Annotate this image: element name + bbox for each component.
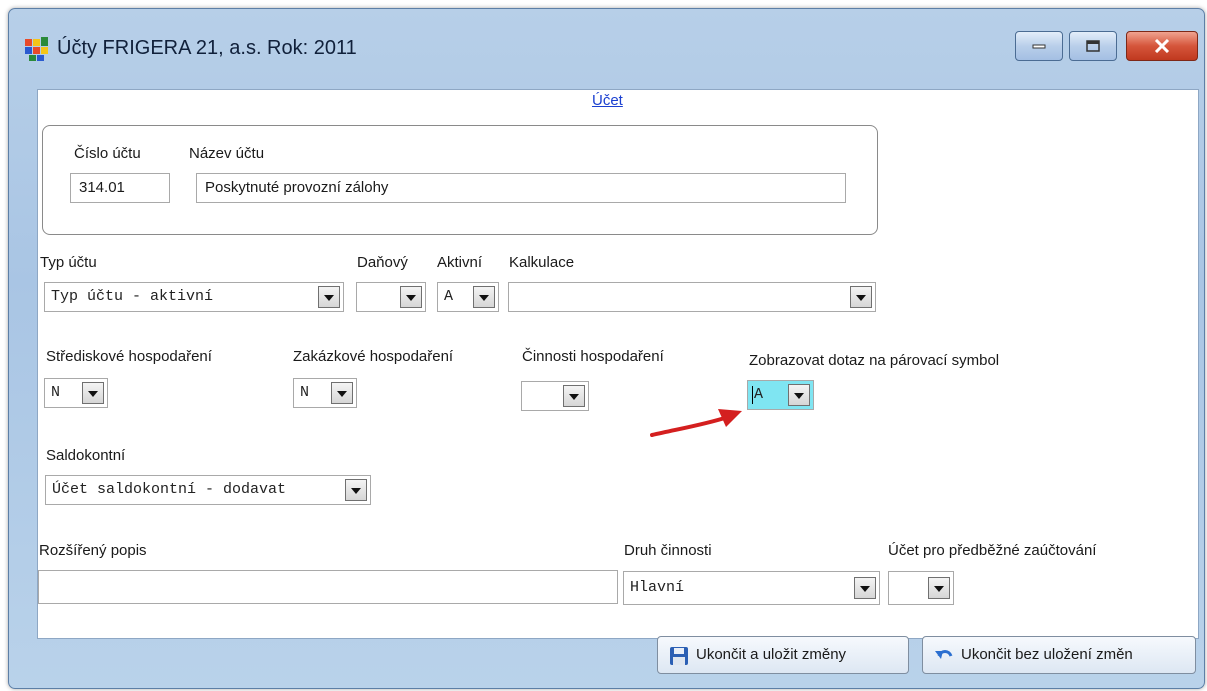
minimize-button[interactable] <box>1015 31 1063 61</box>
maximize-icon <box>1086 40 1100 52</box>
aktivni-select[interactable]: A <box>437 282 499 312</box>
chevron-down-icon[interactable] <box>345 479 367 501</box>
druh-cinnosti-label: Druh činnosti <box>624 542 712 559</box>
aktivni-value: A <box>444 288 454 305</box>
save-and-close-button[interactable]: Ukončit a uložit změny <box>657 636 909 674</box>
chevron-down-icon[interactable] <box>788 384 810 406</box>
window-title: Účty FRIGERA 21, a.s. Rok: 2011 <box>57 37 357 59</box>
chevron-down-icon[interactable] <box>854 577 876 599</box>
text-cursor <box>752 386 753 404</box>
chevron-down-icon[interactable] <box>318 286 340 308</box>
chevron-down-icon[interactable] <box>850 286 872 308</box>
typ-uctu-label: Typ účtu <box>40 254 97 271</box>
chevron-down-icon[interactable] <box>400 286 422 308</box>
floppy-disk-icon <box>670 647 688 665</box>
minimize-icon <box>1032 44 1046 49</box>
close-button[interactable] <box>1126 31 1198 61</box>
druh-cinnosti-select[interactable]: Hlavní <box>623 571 880 605</box>
druh-cinnosti-value: Hlavní <box>630 579 685 596</box>
saldokontni-label: Saldokontní <box>46 447 126 464</box>
undo-arrow-icon <box>935 650 953 659</box>
predbezne-label: Účet pro předběžné zaúčtování <box>888 542 1097 559</box>
typ-uctu-select[interactable]: Typ účtu - aktivní <box>44 282 344 312</box>
strediskove-label: Střediskové hospodaření <box>46 348 212 365</box>
danovy-select[interactable] <box>356 282 426 312</box>
account-number-input[interactable]: 314.01 <box>70 173 170 203</box>
saldokontni-select[interactable]: Účet saldokontní - dodavat <box>45 475 371 505</box>
aktivni-label: Aktivní <box>437 254 483 271</box>
typ-uctu-value: Typ účtu - aktivní <box>51 288 214 305</box>
parovaci-value: A <box>754 386 764 403</box>
danovy-label: Daňový <box>357 254 408 271</box>
tab-ucet-link[interactable]: Účet <box>592 92 623 109</box>
zakazkove-value: N <box>300 384 310 401</box>
saldokontni-value: Účet saldokontní - dodavat <box>52 481 287 498</box>
chevron-down-icon[interactable] <box>928 577 950 599</box>
save-and-close-label: Ukončit a uložit změny <box>696 646 847 663</box>
strediskove-value: N <box>51 384 61 401</box>
chevron-down-icon[interactable] <box>82 382 104 404</box>
strediskove-select[interactable]: N <box>44 378 108 408</box>
chevron-down-icon[interactable] <box>563 385 585 407</box>
chevron-down-icon[interactable] <box>473 286 495 308</box>
chevron-down-icon[interactable] <box>331 382 353 404</box>
cinnosti-label: Činnosti hospodaření <box>522 348 664 365</box>
close-icon <box>1154 39 1170 53</box>
kalkulace-select[interactable] <box>508 282 876 312</box>
maximize-button[interactable] <box>1069 31 1117 61</box>
cinnosti-select[interactable] <box>521 381 589 411</box>
red-arrow-annotation <box>650 409 742 437</box>
account-name-label: Název účtu <box>189 145 265 162</box>
account-number-label: Číslo účtu <box>74 145 141 162</box>
app-grid-icon <box>25 37 48 61</box>
parovaci-select[interactable]: A <box>747 380 814 410</box>
predbezne-select[interactable] <box>888 571 954 605</box>
account-name-input[interactable]: Poskytnuté provozní zálohy <box>196 173 846 203</box>
kalkulace-label: Kalkulace <box>509 254 575 271</box>
zakazkove-label: Zakázkové hospodaření <box>293 348 454 365</box>
close-without-saving-label: Ukončit bez uložení změn <box>961 646 1133 663</box>
rozsireny-label: Rozšířený popis <box>39 542 147 559</box>
parovaci-label: Zobrazovat dotaz na párovací symbol <box>749 352 1000 369</box>
rozsireny-input[interactable] <box>38 570 618 604</box>
zakazkove-select[interactable]: N <box>293 378 357 408</box>
close-without-saving-button[interactable]: Ukončit bez uložení změn <box>922 636 1196 674</box>
title-bar[interactable]: Účty FRIGERA 21, a.s. Rok: 2011 <box>9 9 1204 81</box>
